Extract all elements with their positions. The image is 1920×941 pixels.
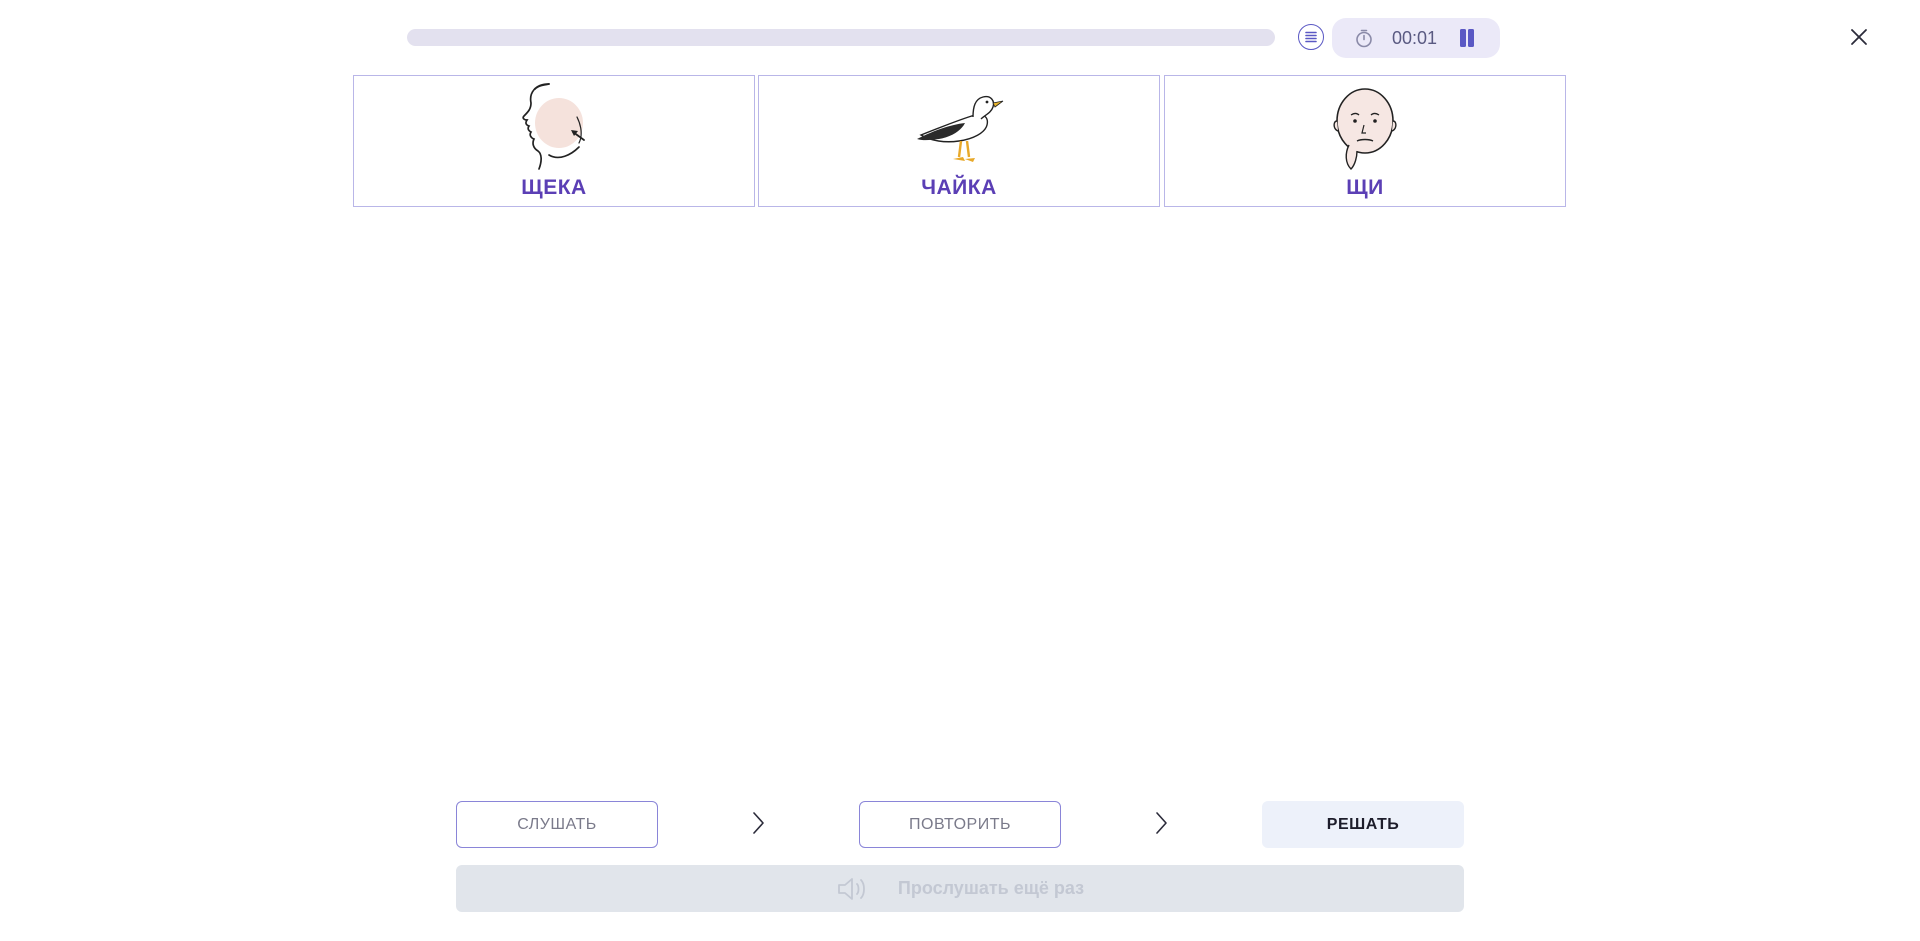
word-card-label: ЩЕКА — [521, 176, 587, 199]
word-card-3[interactable]: ЩИ — [1164, 75, 1566, 207]
close-icon[interactable] — [1847, 25, 1871, 49]
listen-button[interactable]: СЛУШАТЬ — [456, 801, 658, 848]
listen-again-label: Прослушать ещё раз — [897, 878, 1085, 898]
word-card-1[interactable]: ЩЕКА — [353, 75, 755, 207]
solve-button[interactable]: РЕШАТЬ — [1262, 801, 1464, 848]
timer: 00:01 — [1332, 18, 1500, 58]
seagull-picture — [917, 95, 1004, 162]
list-icon — [1305, 31, 1317, 43]
chevron-right-icon — [753, 812, 764, 834]
pause-button[interactable] — [1458, 29, 1476, 47]
face-picture — [1333, 88, 1397, 170]
cheek-picture — [522, 83, 585, 170]
word-card-label: ЩИ — [1346, 176, 1384, 199]
repeat-button[interactable]: ПОВТОРИТЬ — [859, 801, 1061, 848]
word-card-2[interactable]: ЧАЙКА — [758, 75, 1160, 207]
word-card-label: ЧАЙКА — [921, 176, 997, 199]
list-button[interactable] — [1298, 24, 1324, 50]
listen-again-button[interactable]: Прослушать ещё раз — [456, 865, 1464, 912]
timer-value: 00:01 — [1392, 28, 1438, 48]
chevron-right-icon — [1156, 812, 1167, 834]
stopwatch-icon — [1356, 29, 1372, 48]
pause-icon — [1460, 29, 1466, 47]
progress-bar — [407, 29, 1275, 46]
speaker-icon — [838, 877, 865, 900]
